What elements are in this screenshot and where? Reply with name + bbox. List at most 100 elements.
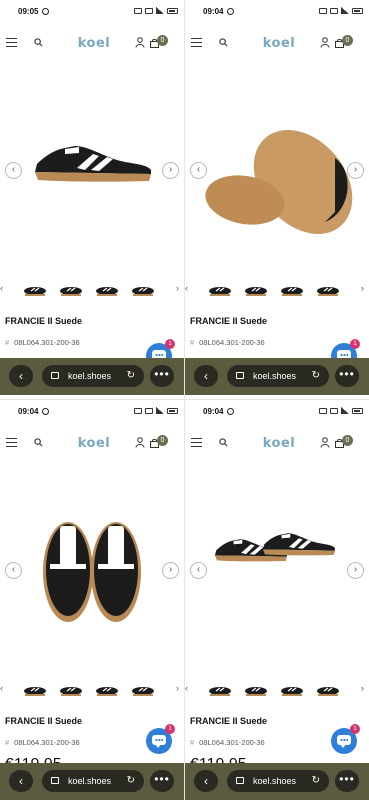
product-thumbnail[interactable]	[22, 276, 48, 302]
horizontal-divider	[0, 399, 369, 400]
reload-icon[interactable]: ↻	[127, 775, 135, 786]
laces-shape	[60, 526, 76, 566]
product-thumbnail[interactable]	[279, 676, 305, 702]
browser-menu-button[interactable]: •••	[150, 770, 174, 792]
status-icons	[134, 407, 178, 414]
carousel-next-button[interactable]: ›	[162, 562, 179, 579]
sku-value: 08L064.301-200-36	[14, 338, 80, 347]
carousel-prev-button[interactable]: ‹	[5, 162, 22, 179]
chat-button[interactable]: 1	[146, 724, 175, 754]
search-icon[interactable]	[34, 438, 43, 447]
address-bar[interactable]: koel.shoes ↻	[227, 770, 329, 792]
product-thumbnail[interactable]	[315, 276, 341, 302]
cart-button[interactable]: 0	[335, 435, 357, 451]
thumbnail-prev-icon[interactable]: ‹	[185, 283, 188, 293]
menu-icon[interactable]	[6, 38, 17, 47]
browser-back-button[interactable]: ‹	[194, 770, 218, 792]
product-image-carousel[interactable]: ‹ ›	[0, 462, 184, 672]
thumbnail-prev-icon[interactable]: ‹	[0, 683, 3, 693]
product-thumbnail[interactable]	[279, 276, 305, 302]
search-icon[interactable]	[34, 38, 43, 47]
reload-icon[interactable]: ↻	[312, 370, 320, 381]
search-icon[interactable]	[219, 38, 228, 47]
cart-count-badge: 0	[157, 435, 168, 446]
cart-button[interactable]: 0	[150, 35, 172, 51]
site-header: koel 0	[185, 430, 369, 456]
browser-bar: ‹ koel.shoes ↻ •••	[185, 358, 369, 395]
address-bar[interactable]: koel.shoes ↻	[42, 365, 144, 387]
menu-icon[interactable]	[191, 438, 202, 447]
data-icon	[330, 407, 338, 414]
carousel-next-button[interactable]: ›	[162, 162, 179, 179]
address-bar[interactable]: koel.shoes ↻	[227, 365, 329, 387]
menu-icon[interactable]	[6, 438, 17, 447]
carousel-next-button[interactable]: ›	[347, 562, 364, 579]
product-thumbnail[interactable]	[243, 276, 269, 302]
cart-count-badge: 0	[342, 435, 353, 446]
browser-menu-button[interactable]: •••	[335, 365, 359, 387]
signal-icon	[341, 407, 349, 414]
tabs-icon	[51, 372, 59, 379]
product-thumbnail[interactable]	[130, 676, 156, 702]
address-bar[interactable]: koel.shoes ↻	[42, 770, 144, 792]
thumbnail-next-icon[interactable]: ›	[176, 683, 179, 693]
search-icon[interactable]	[219, 438, 228, 447]
carousel-prev-button[interactable]: ‹	[190, 562, 207, 579]
sku-value: 08L064.301-200-36	[199, 738, 265, 747]
tabs-icon	[236, 372, 244, 379]
thumbnail-next-icon[interactable]: ›	[176, 283, 179, 293]
product-image-carousel[interactable]: ‹ ›	[185, 62, 369, 272]
phone-screen: 09:04 koel 0 ‹ › ‹ › FRANCIE II Suede # …	[185, 400, 369, 800]
browser-menu-button[interactable]: •••	[150, 365, 174, 387]
product-image-carousel[interactable]: ‹ ›	[0, 62, 184, 272]
product-image-carousel[interactable]: ‹ ›	[185, 462, 369, 672]
thumbnail-prev-icon[interactable]: ‹	[0, 283, 3, 293]
alarm-icon	[227, 408, 234, 415]
koel-logo[interactable]: koel	[251, 434, 307, 452]
thumbnail-next-icon[interactable]: ›	[361, 283, 364, 293]
koel-logo[interactable]: koel	[66, 434, 122, 452]
thumbnail-next-icon[interactable]: ›	[361, 683, 364, 693]
product-thumbnail[interactable]	[58, 276, 84, 302]
product-thumbnail[interactable]	[315, 676, 341, 702]
vibrate-icon	[134, 7, 142, 14]
account-icon[interactable]	[135, 37, 145, 48]
koel-logo[interactable]: koel	[251, 34, 307, 52]
sku-hash: #	[190, 738, 195, 747]
cart-button[interactable]: 0	[335, 35, 357, 51]
browser-back-button[interactable]: ‹	[9, 365, 33, 387]
product-thumbnail[interactable]	[207, 276, 233, 302]
browser-menu-button[interactable]: •••	[335, 770, 359, 792]
battery-icon	[352, 407, 363, 414]
product-thumbnail[interactable]	[243, 676, 269, 702]
stripe-shape	[50, 564, 86, 569]
product-thumbnail[interactable]	[207, 676, 233, 702]
carousel-prev-button[interactable]: ‹	[190, 162, 207, 179]
browser-back-button[interactable]: ‹	[194, 365, 218, 387]
reload-icon[interactable]: ↻	[127, 370, 135, 381]
phone-screen: 09:05 koel 0 ‹ › ‹ › FRANCIE II Suede # …	[0, 0, 184, 400]
carousel-next-button[interactable]: ›	[347, 162, 364, 179]
browser-back-button[interactable]: ‹	[9, 770, 33, 792]
thumbnail-prev-icon[interactable]: ‹	[185, 683, 188, 693]
site-header: koel 0	[185, 30, 369, 56]
menu-icon[interactable]	[191, 38, 202, 47]
product-thumbnail[interactable]	[58, 676, 84, 702]
chat-button[interactable]: 1	[331, 724, 360, 754]
cart-count-badge: 0	[157, 35, 168, 46]
account-icon[interactable]	[320, 37, 330, 48]
thumbnail-strip: ‹ ›	[185, 674, 369, 704]
chat-badge: 1	[350, 339, 360, 349]
product-thumbnail[interactable]	[22, 676, 48, 702]
product-thumbnail[interactable]	[94, 276, 120, 302]
tabs-icon	[236, 777, 244, 784]
carousel-prev-button[interactable]: ‹	[5, 562, 22, 579]
koel-logo[interactable]: koel	[66, 34, 122, 52]
account-icon[interactable]	[320, 437, 330, 448]
reload-icon[interactable]: ↻	[312, 775, 320, 786]
cart-button[interactable]: 0	[150, 435, 172, 451]
account-icon[interactable]	[135, 437, 145, 448]
alarm-icon	[227, 8, 234, 15]
product-thumbnail[interactable]	[94, 676, 120, 702]
product-thumbnail[interactable]	[130, 276, 156, 302]
